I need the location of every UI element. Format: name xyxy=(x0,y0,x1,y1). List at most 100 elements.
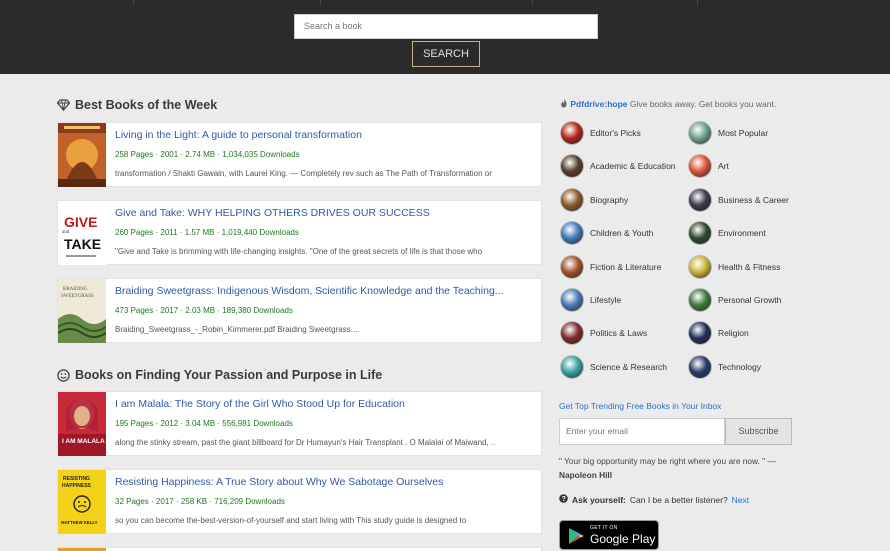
fire-icon xyxy=(560,99,570,109)
book-card[interactable]: BRAIDING SWEETGRASS Braiding Sweetgrass:… xyxy=(57,278,542,343)
book-year: 2001 xyxy=(160,150,179,159)
book-size: 3.04 MB xyxy=(185,419,216,428)
nav-item[interactable] xyxy=(698,0,890,5)
category-icon xyxy=(560,254,584,279)
book-downloads: 556,981 Downloads xyxy=(222,419,293,428)
email-input[interactable]: Enter your email xyxy=(559,418,725,445)
book-downloads: 1,019,440 Downloads xyxy=(221,228,299,237)
category-link[interactable]: Most Popular xyxy=(688,121,768,145)
book-description: along the stinky stream, past the giant … xyxy=(115,438,496,447)
book-cover[interactable]: I AM MALALA xyxy=(58,392,106,456)
cover-text: I AM MALALA xyxy=(62,438,105,445)
promo-brand-link[interactable]: Pdfdrive:hope xyxy=(570,99,627,109)
book-size: 1.57 MB xyxy=(184,228,215,237)
book-description: "Give and Take is brimming with life-cha… xyxy=(115,247,483,256)
category-label: Environment xyxy=(718,228,766,239)
cover-text: TAKE xyxy=(64,236,101,252)
category-link[interactable]: Children & Youth xyxy=(560,221,653,246)
category-link[interactable]: Art xyxy=(688,154,729,179)
category-link[interactable]: Business & Career xyxy=(688,187,789,212)
book-title[interactable]: Braiding Sweetgrass: Indigenous Wisdom, … xyxy=(115,285,537,297)
category-link[interactable]: Academic & Education xyxy=(560,154,676,179)
category-link[interactable]: Fiction & Literature xyxy=(560,254,661,279)
subscribe-button[interactable]: Subscribe xyxy=(725,418,792,445)
cover-text: MATTHEW KELLY xyxy=(61,520,98,525)
question-icon: ? xyxy=(559,494,568,505)
nav-item[interactable] xyxy=(134,0,321,5)
category-link[interactable]: Lifestyle xyxy=(560,288,621,312)
newsletter-title: Get Top Trending Free Books in Your Inbo… xyxy=(559,401,722,411)
book-cover[interactable] xyxy=(58,123,106,187)
book-description: so you can become the-best-version-of-yo… xyxy=(115,516,467,525)
book-cover[interactable]: GIVE and TAKE xyxy=(58,201,106,265)
category-link[interactable]: Editor's Picks xyxy=(560,121,641,145)
book-title[interactable]: Give and Take: WHY HELPING OTHERS DRIVES… xyxy=(115,207,537,219)
book-meta: 260 Pages · 2011 · 1.57 MB · 1,019,440 D… xyxy=(115,228,299,237)
category-label: Lifestyle xyxy=(590,295,622,305)
category-icon xyxy=(688,354,712,379)
book-pages: 32 Pages xyxy=(115,497,149,506)
next-link[interactable]: Next xyxy=(732,495,749,505)
book-title[interactable]: I am Malala: The Story of the Girl Who S… xyxy=(115,398,537,410)
book-title[interactable]: Living in the Light: A guide to personal… xyxy=(115,129,537,141)
gplay-big-text: Google Play xyxy=(590,532,656,546)
book-pages: 473 Pages xyxy=(115,306,154,315)
book-meta: 258 Pages · 2001 · 2.74 MB · 1,034,035 D… xyxy=(115,150,300,159)
nav-item[interactable] xyxy=(321,0,533,5)
book-size: 258 KB xyxy=(180,497,208,506)
promo-line: Pdfdrive:hope Give books away. Get books… xyxy=(560,99,776,109)
category-link[interactable]: Religion xyxy=(688,321,749,346)
category-link[interactable]: Technology xyxy=(688,354,761,379)
cover-text: GIVE xyxy=(64,214,97,230)
book-pages: 195 Pages xyxy=(115,419,154,428)
ask-text: Can I be a better listener? xyxy=(629,494,728,505)
category-link[interactable]: Environment xyxy=(688,221,766,246)
category-label: Health & Fitness xyxy=(718,261,781,272)
book-card[interactable]: RESISTING HAPPINESS MATTHEW KELLY Resist… xyxy=(57,469,542,534)
book-size: 2.74 MB xyxy=(185,150,216,159)
book-card[interactable]: GIVE and TAKE Give and Take: WHY HELPING… xyxy=(57,200,542,265)
category-label: Biography xyxy=(590,194,629,205)
cover-text: SWEETGRASS xyxy=(61,294,94,299)
category-icon xyxy=(560,221,584,246)
category-icon xyxy=(560,154,584,179)
category-icon xyxy=(688,154,712,179)
nav-item[interactable] xyxy=(0,0,134,5)
smile-icon xyxy=(57,368,70,382)
category-link[interactable]: Biography xyxy=(560,187,629,212)
book-card[interactable] xyxy=(57,547,542,551)
category-label: Religion xyxy=(718,328,749,339)
gplay-small-text: GET IT ON xyxy=(590,525,618,531)
book-downloads: 716,209 Downloads xyxy=(214,497,285,506)
google-play-badge[interactable]: GET IT ON Google Play xyxy=(559,520,659,550)
category-link[interactable]: Politics & Laws xyxy=(560,321,647,346)
category-link[interactable]: Science & Research xyxy=(560,354,667,379)
book-card[interactable]: I AM MALALA I am Malala: The Story of th… xyxy=(57,391,542,456)
top-header: Search a book SEARCH xyxy=(0,0,890,74)
book-description: Braiding_Sweetgrass_-_Robin_Kimmerer.pdf… xyxy=(115,325,360,334)
search-button[interactable]: SEARCH xyxy=(412,41,480,67)
ask-yourself: ? Ask yourself: Can I be a better listen… xyxy=(559,494,749,505)
nav-item[interactable] xyxy=(533,0,698,5)
category-icon xyxy=(688,221,712,246)
book-year: 2011 xyxy=(160,228,178,237)
book-title[interactable]: Resisting Happiness: A True Story about … xyxy=(115,476,537,488)
category-label: Editor's Picks xyxy=(590,128,641,138)
category-icon xyxy=(688,288,712,312)
book-downloads: 1,034,035 Downloads xyxy=(222,150,300,159)
quote-author: Napoleon Hill xyxy=(559,470,613,480)
category-link[interactable]: Personal Growth xyxy=(688,288,781,312)
category-icon xyxy=(688,254,712,279)
book-card[interactable]: Living in the Light: A guide to personal… xyxy=(57,122,542,187)
category-icon xyxy=(560,121,584,145)
book-cover[interactable]: RESISTING HAPPINESS MATTHEW KELLY xyxy=(58,470,106,534)
section-title-passion: Books on Finding Your Passion and Purpos… xyxy=(57,368,382,382)
book-year: 2012 xyxy=(160,419,179,428)
category-link[interactable]: Health & Fitness xyxy=(688,254,781,279)
category-label: Business & Career xyxy=(718,194,789,205)
book-cover[interactable]: BRAIDING SWEETGRASS xyxy=(58,279,106,343)
category-label: Personal Growth xyxy=(718,295,782,305)
search-input[interactable]: Search a book xyxy=(294,14,598,39)
book-meta: 473 Pages · 2017 · 2.03 MB · 189,380 Dow… xyxy=(115,306,293,315)
category-icon xyxy=(560,187,584,212)
